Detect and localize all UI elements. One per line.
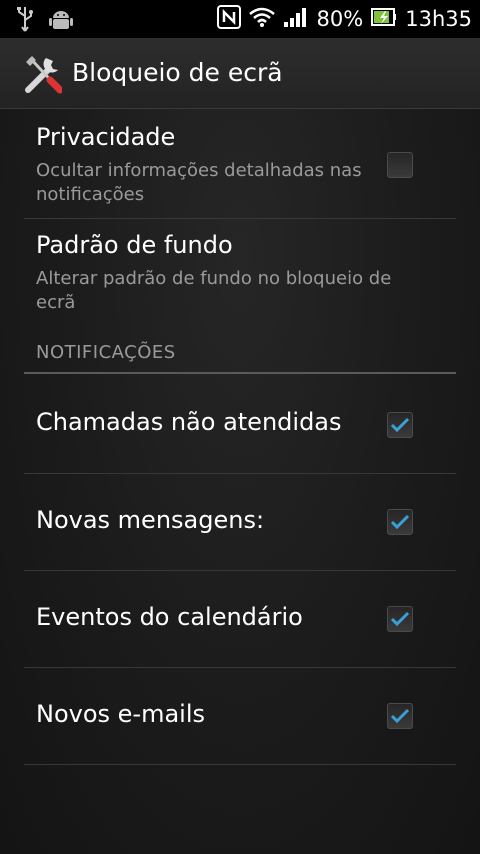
- missed-calls-label: Chamadas não atendidas: [36, 408, 342, 436]
- tools-icon[interactable]: [22, 54, 64, 94]
- privacy-setting[interactable]: Privacidade Ocultar informações detalhad…: [24, 109, 456, 218]
- section-divider: [24, 372, 456, 374]
- notification-item-missed-calls[interactable]: Chamadas não atendidas: [24, 376, 456, 472]
- missed-calls-checkbox[interactable]: [387, 412, 413, 438]
- action-bar: Bloqueio de ecrã: [0, 38, 480, 109]
- wifi-icon: [248, 6, 275, 32]
- status-bar: 80% 13h35: [0, 0, 480, 38]
- notification-item-new-emails[interactable]: Novos e-mails: [24, 668, 456, 764]
- background-pattern-summary: Alterar padrão de fundo no bloqueio de e…: [36, 268, 392, 313]
- checkmark-icon: [390, 417, 410, 433]
- new-emails-label: Novos e-mails: [36, 700, 206, 728]
- android-debug-icon: [48, 6, 74, 36]
- page-title: Bloqueio de ecrã: [72, 58, 283, 87]
- privacy-checkbox[interactable]: [387, 152, 413, 178]
- notifications-section-header: NOTIFICAÇÕES: [36, 342, 176, 363]
- privacy-summary: Ocultar informações detalhadas nas notif…: [36, 160, 362, 205]
- clock: 13h35: [405, 7, 472, 31]
- divider: [24, 764, 456, 765]
- new-emails-checkbox[interactable]: [387, 703, 413, 729]
- new-messages-label: Novas mensagens:: [36, 506, 265, 534]
- usb-icon: [14, 6, 36, 36]
- checkmark-icon: [390, 708, 410, 724]
- notification-item-new-messages[interactable]: Novas mensagens:: [24, 474, 456, 570]
- battery-percent: 80%: [316, 7, 364, 31]
- notification-item-calendar-events[interactable]: Eventos do calendário: [24, 571, 456, 667]
- new-messages-checkbox[interactable]: [387, 509, 413, 535]
- signal-icon: [283, 6, 309, 32]
- checkmark-icon: [390, 514, 410, 530]
- settings-list: Privacidade Ocultar informações detalhad…: [0, 109, 480, 854]
- calendar-events-checkbox[interactable]: [387, 606, 413, 632]
- battery-charging-icon: [371, 7, 397, 31]
- background-pattern-title: Padrão de fundo: [36, 231, 233, 259]
- privacy-title: Privacidade: [36, 123, 176, 151]
- background-pattern-setting[interactable]: Padrão de fundo Alterar padrão de fundo …: [24, 219, 456, 325]
- checkmark-icon: [390, 611, 410, 627]
- calendar-events-label: Eventos do calendário: [36, 603, 303, 631]
- nfc-icon: [216, 5, 241, 33]
